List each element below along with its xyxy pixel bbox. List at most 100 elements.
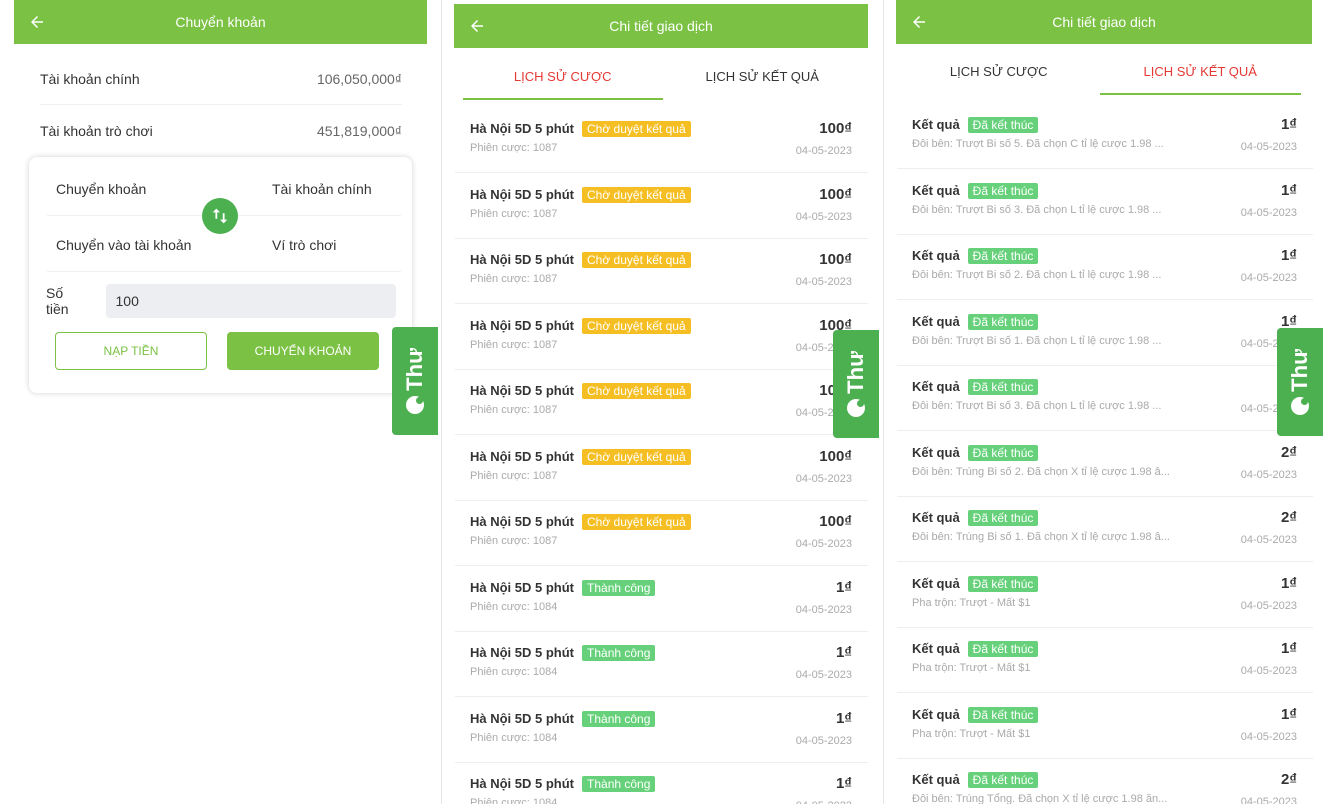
row-title: Kết quả [912,379,960,394]
row-date: 04-05-2023 [1240,665,1297,677]
transfer-to-label: Chuyển vào tài khoản [56,236,192,253]
row-amount: 1₫ [1280,247,1297,264]
list-item[interactable]: Kết quả Đã kết thúc Đôi bên: Trượt Bi số 5… [897,104,1313,169]
row-amount: 1₫ [1280,116,1297,133]
row-subtitle: Đôi bên: Trúng Bi số 2. Đã chọn X tỉ lệ … [912,465,1170,478]
list-item[interactable]: Kết quả Đã kết thúc Đôi bên: Trượt Bi số 3… [897,170,1313,235]
row-date: 04-05-2023 [1240,534,1297,546]
row-subtitle: Pha trộn: Trượt - Mất $1 [912,662,1031,674]
row-title: Kết quả [912,641,960,656]
mail-label: Thư [402,347,427,391]
row-title: Kết quả [912,182,960,198]
list-item[interactable]: Hà Nội 5D 5 phút Chờ duyệt kết quả Phiên c… [455,501,868,566]
status-badge: Đã kết thúc [967,641,1039,657]
row-date: 04-05-2023 [795,145,852,157]
row-title: Hà Nội 5D 5 phút [470,776,575,791]
detail-header: Chi tiết giao dịch [454,4,868,48]
row-amount: 100₫ [819,185,852,203]
row-subtitle: Đôi bên: Trượt Bi số 3. Đã chọn L tỉ lệ … [912,203,1162,216]
account-label: Tài khoản trò chơi [40,123,153,139]
row-subtitle: Đôi bên: Trượt Bi số 1. Đã chọn L tỉ lệ … [912,334,1162,347]
list-item[interactable]: Hà Nội 5D 5 phút Thành công Phiên cược: 10… [455,632,868,697]
tab-bet-history[interactable]: LỊCH SỬ CƯỢC [463,52,663,100]
list-item[interactable]: Kết quả Đã kết thúc Pha trộn: Trượt - Mất … [897,563,1313,628]
main-account-row: Tài khoản chính 106,050,000₫ [40,53,402,105]
back-arrow-icon[interactable] [28,0,52,44]
list-item[interactable]: Kết quả Đã kết thúc Đôi bên: Trúng Tổng. Đ… [897,759,1313,804]
deposit-button[interactable]: NẠP TIỀN [55,332,207,370]
list-item[interactable]: Kết quả Đã kết thúc Đôi bên: Trúng Bi số 2… [897,432,1313,497]
tab-bet-history[interactable]: LỊCH SỬ CƯỢC [898,47,1100,95]
row-subtitle: Đôi bên: Trượt Bi số 2. Đã chọn L tỉ lệ … [912,269,1162,281]
mail-tab[interactable]: Thư [1277,328,1323,436]
list-item[interactable]: Hà Nội 5D 5 phút Chờ duyệt kết quả Phiên c… [455,305,868,370]
transfer-to-row[interactable]: Chuyển vào tài khoản Ví trò chơi [47,218,401,272]
row-title: Hà Nội 5D 5 phút [470,645,575,660]
list-item[interactable]: Hà Nội 5D 5 phút Thành công Phiên cược: 10… [455,698,868,763]
list-item[interactable]: Kết quả Đã kết thúc Đôi bên: Trượt Bi số 2… [897,235,1313,300]
row-date: 04-05-2023 [1240,141,1297,153]
row-amount: 1₫ [1280,705,1297,723]
list-item[interactable]: Hà Nội 5D 5 phút Thành công Phiên cược: 10… [455,567,868,632]
status-badge: Chờ duyệt kết quả [582,317,691,334]
row-date: 04-05-2023 [795,210,852,223]
transfer-card: Chuyển khoản Tài khoản chính Chuyển vào … [29,157,412,393]
row-subtitle: Phiên cược: 1087 [470,273,558,285]
back-arrow-icon[interactable] [468,4,492,48]
tab-result-history[interactable]: LỊCH SỬ KẾT QUẢ [663,52,863,100]
mail-tab[interactable]: Thư [392,327,438,435]
row-amount: 100₫ [819,513,852,530]
row-amount: 1₫ [835,775,852,792]
history-tabs: LỊCH SỬ CƯỢC LỊCH SỬ KẾT QUẢ [463,52,862,100]
transfer-screen: Chuyển khoản Tài khoản chính 106,050,000… [0,0,441,804]
history-tabs: LỊCH SỬ CƯỢC LỊCH SỬ KẾT QUẢ [898,47,1301,95]
row-amount: 2₫ [1280,771,1297,788]
row-date: 04-05-2023 [795,276,852,288]
transfer-from-label: Chuyển khoản [56,180,147,197]
row-amount: 1₫ [1280,312,1297,330]
list-item[interactable]: Hà Nội 5D 5 phút Chờ duyệt kết quả Phiên c… [455,436,868,501]
status-badge: Đã kết thúc [967,706,1039,723]
status-badge: Chờ duyệt kết quả [582,121,691,137]
status-badge: Thành công [582,645,656,661]
transfer-header: Chuyển khoản [14,0,427,44]
row-subtitle: Phiên cược: 1084 [470,600,558,613]
transfer-to-value[interactable]: Ví trò chơi [272,237,336,253]
row-title: Hà Nội 5D 5 phút [470,448,575,464]
row-subtitle: Phiên cược: 1087 [470,207,558,220]
chat-bubble-icon [1291,397,1309,416]
list-item[interactable]: Hà Nội 5D 5 phút Chờ duyệt kết quả Phiên c… [455,174,868,239]
list-item[interactable]: Hà Nội 5D 5 phút Chờ duyệt kết quả Phiên c… [455,370,868,435]
list-item[interactable]: Kết quả Đã kết thúc Pha trộn: Trượt - Mất … [897,628,1313,693]
list-item[interactable]: Kết quả Đã kết thúc Đôi bên: Trượt Bi số 3… [897,366,1313,431]
row-date: 04-05-2023 [795,538,852,550]
page-title: Chi tiết giao dịch [1052,14,1156,30]
row-subtitle: Phiên cược: 1087 [470,404,558,416]
list-item[interactable]: Kết quả Đã kết thúc Đôi bên: Trượt Bi số 1… [897,301,1313,366]
row-amount: 1₫ [835,644,852,661]
page-title: Chi tiết giao dịch [609,18,713,34]
row-title: Kết quả [912,575,960,591]
list-item[interactable]: Hà Nội 5D 5 phút Thành công Phiên cược: 10… [455,763,868,804]
row-subtitle: Pha trộn: Trượt - Mất $1 [912,727,1031,740]
status-badge: Thành công [582,579,656,596]
result-history-screen: Chi tiết giao dịch LỊCH SỬ CƯỢC LỊCH SỬ … [883,0,1329,804]
amount-input[interactable] [105,284,396,318]
row-date: 04-05-2023 [795,669,852,681]
transfer-button[interactable]: CHUYỂN KHOẢN [227,332,379,370]
tab-result-history[interactable]: LỊCH SỬ KẾT QUẢ [1099,47,1302,95]
list-item[interactable]: Hà Nội 5D 5 phút Chờ duyệt kết quả Phiên c… [455,239,868,304]
list-item[interactable]: Hà Nội 5D 5 phút Chờ duyệt kết quả Phiên c… [455,108,868,173]
row-amount: 1₫ [835,578,852,596]
account-balance: 451,819,000₫ [316,123,402,139]
back-arrow-icon[interactable] [910,0,934,44]
mail-tab[interactable]: Thư [833,330,879,438]
transfer-from-value[interactable]: Tài khoản chính [272,181,372,197]
row-amount: 100₫ [819,120,852,137]
list-item[interactable]: Kết quả Đã kết thúc Đôi bên: Trúng Bi số 1… [897,497,1313,562]
row-amount: 2₫ [1280,509,1297,526]
list-item[interactable]: Kết quả Đã kết thúc Pha trộn: Trượt - Mất … [897,694,1313,759]
row-subtitle: Phiên cược: 1084 [470,666,558,678]
row-date: 04-05-2023 [795,734,852,747]
row-title: Kết quả [912,248,960,263]
